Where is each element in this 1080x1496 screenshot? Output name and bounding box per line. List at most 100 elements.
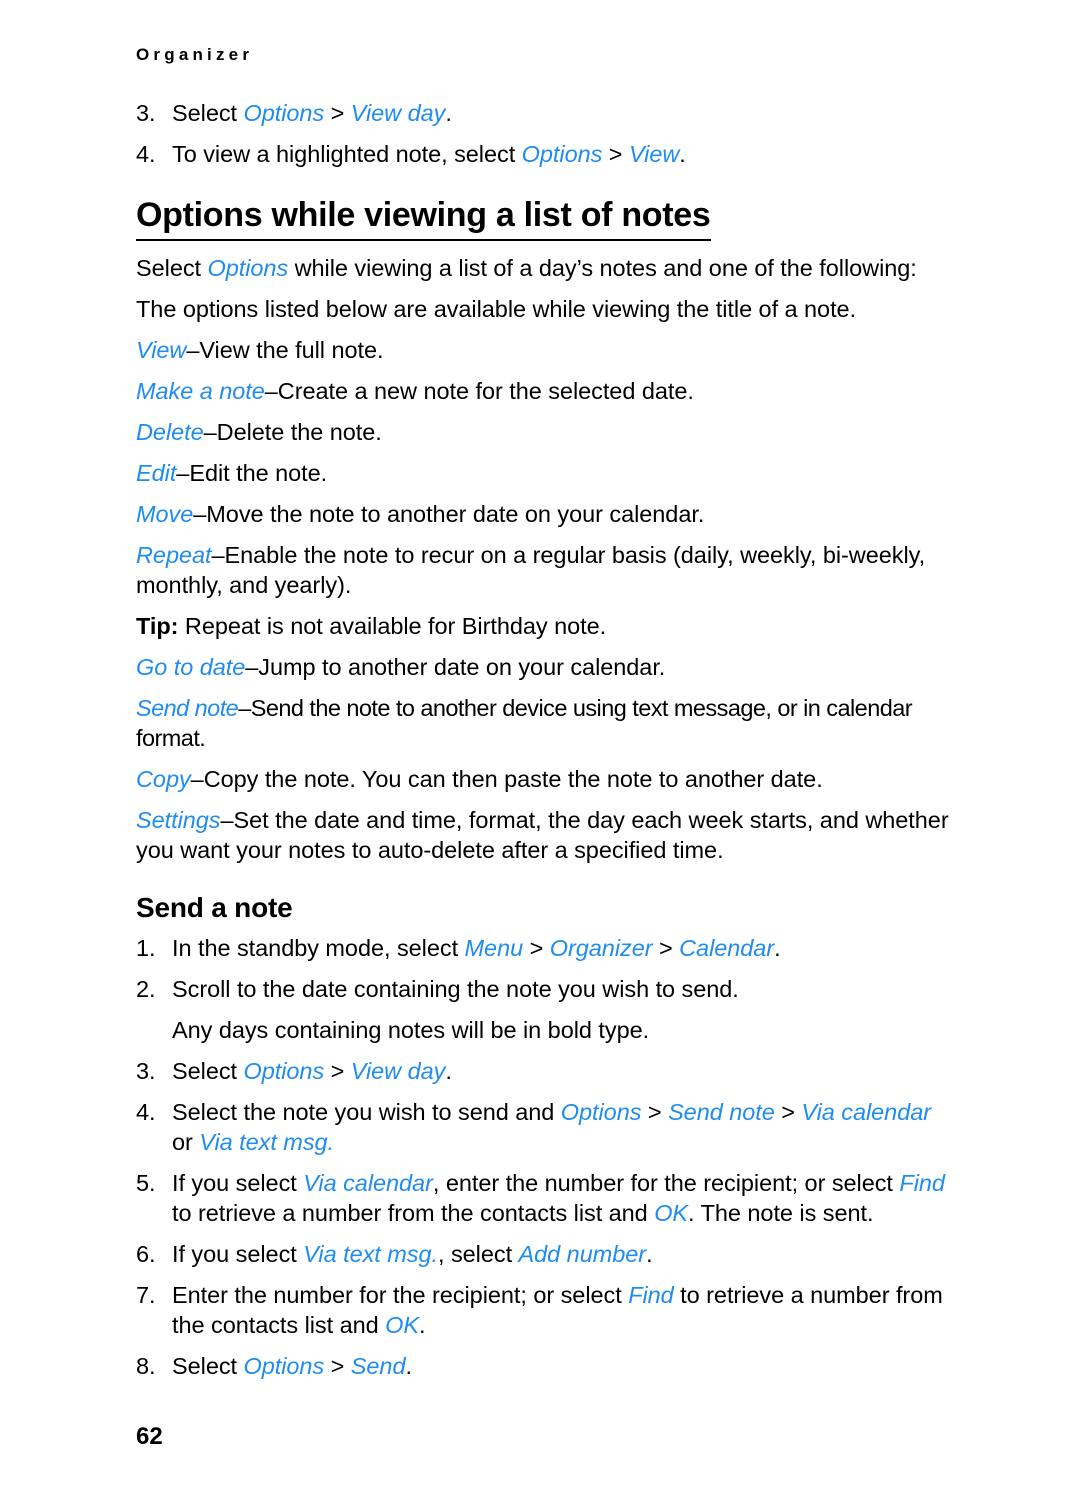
- option-term: View: [136, 337, 187, 363]
- option-description: –Copy the note. You can then paste the n…: [190, 766, 823, 792]
- options-list-before-tip: View–View the full note. Make a note–Crea…: [136, 335, 954, 600]
- ui-term: Options: [521, 141, 603, 167]
- option-term: Copy: [136, 766, 191, 792]
- option-description: –Move the note to another date on your c…: [193, 501, 705, 527]
- step-text: If you select Via text msg., select Add …: [172, 1241, 653, 1267]
- step-number: 2.: [136, 976, 156, 1002]
- ui-term: OK: [385, 1312, 419, 1338]
- ui-term: Add number: [518, 1241, 647, 1267]
- ui-term: Send note: [668, 1099, 775, 1125]
- option-term: Make a note: [136, 378, 265, 404]
- menu-separator: >: [324, 1353, 351, 1379]
- numbered-step: 8. Select Options > Send.: [136, 1351, 954, 1381]
- option-term: Move: [136, 501, 194, 527]
- numbered-step: 5. If you select Via calendar, enter the …: [136, 1168, 954, 1228]
- option-description: –Jump to another date on your calendar.: [245, 654, 666, 680]
- step-number: 6.: [136, 1241, 156, 1267]
- section-heading-options: Options while viewing a list of notes: [136, 195, 954, 241]
- step-text: Select Options > View day.: [172, 100, 452, 126]
- numbered-step: 3. Select Options > View day.: [136, 98, 954, 128]
- text-run: Select: [136, 255, 208, 281]
- ui-term: Via calendar: [303, 1170, 433, 1196]
- text-run: , select: [438, 1241, 519, 1267]
- option-description: –Enable the note to recur on a regular b…: [136, 542, 926, 598]
- text-run: .: [679, 141, 686, 167]
- options-list-after-tip: Go to date–Jump to another date on your …: [136, 652, 954, 865]
- text-run: Enter the number for the recipient; or s…: [172, 1282, 629, 1308]
- step-continuation-note: Any days containing notes will be in bol…: [136, 1015, 954, 1045]
- text-run: In the standby mode, select: [172, 935, 465, 961]
- text-run: .: [419, 1312, 426, 1338]
- option-entry: Edit–Edit the note.: [136, 458, 954, 488]
- text-run: , enter the number for the recipient; or…: [432, 1170, 900, 1196]
- ui-term: Options: [243, 100, 325, 126]
- step-number: 4.: [136, 1099, 156, 1125]
- step-number: 3.: [136, 100, 156, 126]
- running-header: Organizer: [136, 45, 254, 64]
- ui-term: Find: [899, 1170, 945, 1196]
- menu-separator: >: [324, 100, 351, 126]
- numbered-step: 1. In the standby mode, select Menu > Org…: [136, 933, 954, 963]
- option-entry: Copy–Copy the note. You can then paste t…: [136, 764, 954, 794]
- ui-term: Options: [560, 1099, 642, 1125]
- ui-term: Organizer: [549, 935, 653, 961]
- text-run: Select the note you wish to send and: [172, 1099, 561, 1125]
- step-text: In the standby mode, select Menu > Organ…: [172, 935, 781, 961]
- step-text: To view a highlighted note, select Optio…: [172, 141, 686, 167]
- ui-term: View: [628, 141, 680, 167]
- option-description: –Delete the note.: [203, 419, 382, 445]
- page-content: 3. Select Options > View day. 4. To view a …: [136, 98, 954, 1392]
- ui-term: Find: [628, 1282, 674, 1308]
- ui-term: Options: [243, 1353, 325, 1379]
- step-text: Select the note you wish to send and Opt…: [172, 1099, 931, 1155]
- step-text: Enter the number for the recipient; or s…: [172, 1282, 943, 1338]
- text-run: .: [646, 1241, 653, 1267]
- option-term: Settings: [136, 807, 221, 833]
- text-run: Scroll to the date containing the note y…: [172, 976, 739, 1002]
- text-run: .: [445, 1058, 452, 1084]
- ui-term: Via text msg.: [199, 1129, 335, 1155]
- option-term: Edit: [136, 460, 177, 486]
- option-entry: Move–Move the note to another date on yo…: [136, 499, 954, 529]
- step-text: Select Options > Send.: [172, 1353, 412, 1379]
- ui-term: Via text msg.: [303, 1241, 438, 1267]
- text-run: while viewing a list of a day’s notes an…: [288, 255, 917, 281]
- send-steps-list: 1. In the standby mode, select Menu > Org…: [136, 933, 954, 1381]
- section-heading-send-a-note: Send a note: [136, 892, 293, 923]
- menu-separator: >: [324, 1058, 351, 1084]
- section-heading-options-text: Options while viewing a list of notes: [136, 196, 711, 241]
- menu-separator: >: [652, 935, 680, 961]
- ui-term: Calendar: [679, 935, 775, 961]
- option-entry: Repeat–Enable the note to recur on a reg…: [136, 540, 954, 600]
- numbered-step: 4. To view a highlighted note, select Opt…: [136, 139, 954, 169]
- tip-text: Repeat is not available for Birthday not…: [178, 613, 607, 639]
- option-description: –Send the note to another device using t…: [136, 695, 913, 751]
- ui-term: Send: [350, 1353, 406, 1379]
- option-entry: Go to date–Jump to another date on your …: [136, 652, 954, 682]
- text-run: .: [774, 935, 781, 961]
- text-run: .: [405, 1353, 412, 1379]
- ui-term: Menu: [464, 935, 524, 961]
- text-run: Select: [172, 100, 244, 126]
- tip-paragraph: Tip: Repeat is not available for Birthda…: [136, 611, 954, 641]
- ui-term: Options: [243, 1058, 325, 1084]
- numbered-step: 3. Select Options > View day.: [136, 1056, 954, 1086]
- option-description: –Set the date and time, format, the day …: [136, 807, 949, 863]
- text-run: If you select: [172, 1241, 304, 1267]
- numbered-step: 4. Select the note you wish to send and O…: [136, 1097, 954, 1157]
- option-term: Go to date: [136, 654, 246, 680]
- ui-term: View day: [350, 1058, 446, 1084]
- numbered-step: 7. Enter the number for the recipient; or…: [136, 1280, 954, 1340]
- text-run: or: [172, 1129, 200, 1155]
- text-run: to retrieve a number from the contacts l…: [172, 1200, 655, 1226]
- menu-separator: >: [641, 1099, 669, 1125]
- step-number: 7.: [136, 1282, 156, 1308]
- menu-separator: >: [774, 1099, 802, 1125]
- text-run: Select: [172, 1353, 244, 1379]
- page-number: 62: [136, 1423, 163, 1450]
- text-run: . The note is sent.: [688, 1200, 874, 1226]
- option-description: –Create a new note for the selected date…: [264, 378, 694, 404]
- option-term: Send note: [136, 695, 239, 721]
- step-text: If you select Via calendar, enter the nu…: [172, 1170, 945, 1226]
- step-text: Scroll to the date containing the note y…: [172, 976, 739, 1002]
